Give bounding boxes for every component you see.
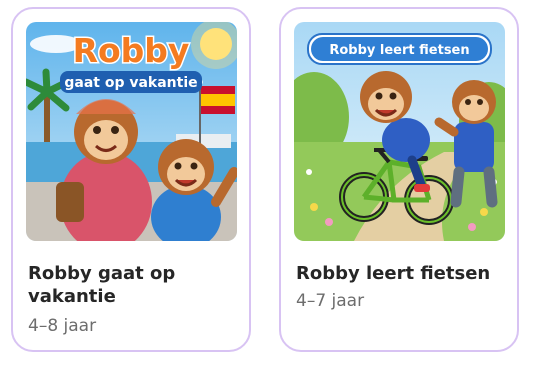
book-card-robby-leert-fietsen[interactable]: Robby leert fietsen Robby leert fietsen … — [279, 7, 519, 352]
age-range: 4–8 jaar — [28, 316, 97, 336]
book-cover-image[interactable]: Robby gaat op vakantie — [26, 22, 237, 241]
cover-illustration: Robby leert fietsen — [294, 22, 505, 241]
age-range: 4–7 jaar — [296, 291, 365, 311]
cover-subheading: gaat op vakantie — [64, 75, 197, 91]
cover-illustration: Robby gaat op vakantie — [26, 22, 237, 241]
book-title[interactable]: Robby gaat op vakantie — [28, 262, 238, 308]
book-card-robby-gaat-op-vakantie[interactable]: Robby gaat op vakantie Robby gaat op vak… — [11, 7, 251, 352]
cover-heading: Robby leert fietsen — [329, 43, 469, 58]
book-cover-image[interactable]: Robby leert fietsen — [294, 22, 505, 241]
spain-flag-icon — [201, 86, 235, 114]
cover-heading: Robby — [73, 31, 190, 70]
book-title[interactable]: Robby leert fietsen — [296, 262, 506, 285]
